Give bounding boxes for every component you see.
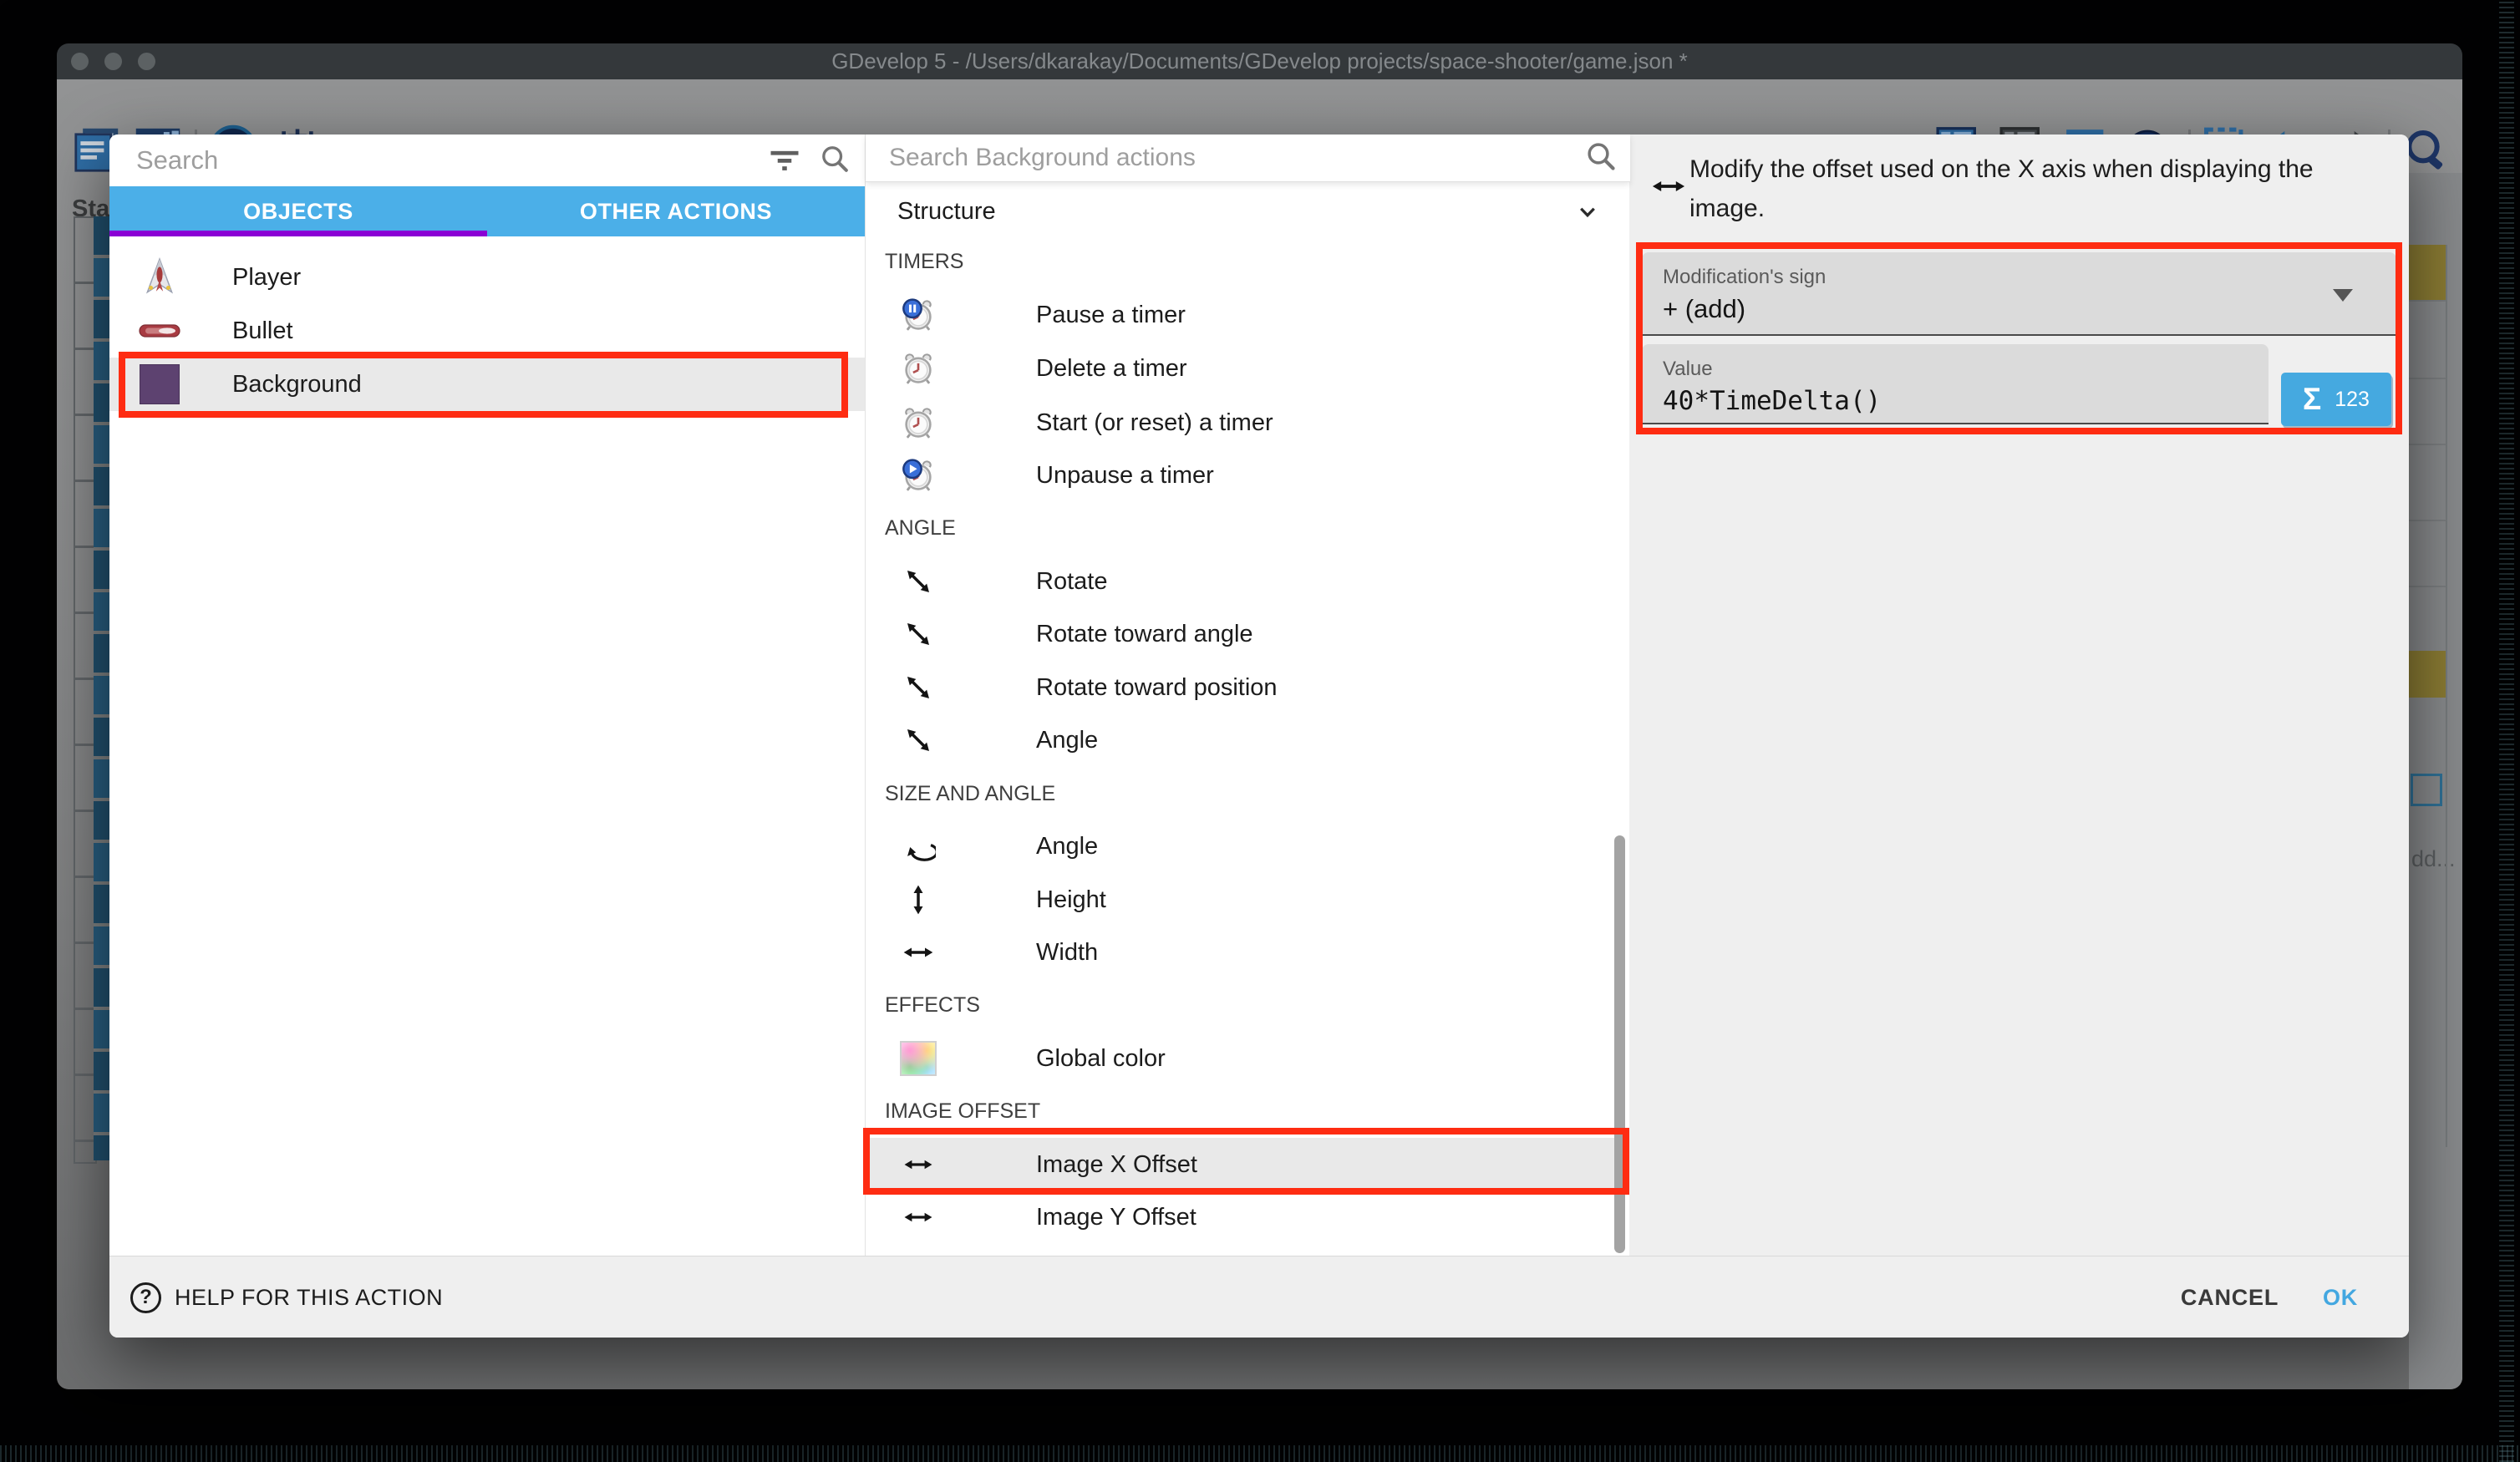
title-bar: GDevelop 5 - /Users/dkarakay/Documents/G… (57, 43, 2462, 79)
section-header-timers: TIMERS (866, 235, 1630, 288)
timer-icon (899, 351, 937, 386)
section-header-size-and-angle: SIZE AND ANGLE (866, 767, 1630, 820)
rotation-ellipse-icon (899, 829, 937, 864)
instruction-editor-dialog: OBJECTS OTHER ACTIONS (109, 135, 2409, 1338)
action-item-image-x-offset[interactable]: Image X Offset (866, 1138, 1630, 1191)
search-icon[interactable] (1583, 139, 1618, 178)
cancel-button[interactable]: CANCEL (2165, 1256, 2294, 1338)
window-title: GDevelop 5 - /Users/dkarakay/Documents/G… (57, 43, 2462, 79)
close-button[interactable] (71, 53, 89, 70)
modification-sign-select[interactable]: Modification's sign + (add) (1642, 252, 2396, 336)
objects-tabbar: OBJECTS OTHER ACTIONS (109, 186, 865, 236)
help-icon: ? (130, 1282, 161, 1313)
search-icon[interactable] (818, 142, 851, 180)
objects-panel: OBJECTS OTHER ACTIONS (109, 135, 865, 1256)
action-item-width[interactable]: Width (866, 926, 1630, 979)
action-description: Modify the offset used on the X axis whe… (1689, 150, 2358, 228)
ok-button[interactable]: OK (2303, 1256, 2378, 1338)
expression-builder-button[interactable]: Σ 123 (2281, 373, 2391, 426)
object-item-bullet[interactable]: Bullet (109, 304, 865, 358)
color-palette-icon (899, 1041, 937, 1076)
add-action-label-fragment: dd... (2411, 846, 2456, 872)
action-item-global-color[interactable]: Global color (866, 1032, 1630, 1085)
filter-icon[interactable] (766, 140, 803, 181)
horizontal-arrows-icon (1648, 168, 1689, 209)
value-expression-field[interactable]: Value 40*TimeDelta() (1642, 344, 2269, 424)
action-item-unpause-timer[interactable]: Unpause a timer (866, 449, 1630, 502)
action-item-delete-timer[interactable]: Delete a timer (866, 342, 1630, 395)
tab-objects[interactable]: OBJECTS (109, 186, 487, 236)
sigma-icon: Σ (2303, 382, 2321, 417)
horizontal-arrows-icon (899, 936, 937, 969)
action-item-rotate-toward-position[interactable]: Rotate toward position (866, 661, 1630, 714)
action-item-image-y-offset[interactable]: Image Y Offset (866, 1190, 1630, 1244)
timer-pause-icon (899, 297, 937, 333)
section-header-angle: ANGLE (866, 501, 1630, 555)
objects-search-input[interactable] (135, 145, 766, 176)
rotate-arrow-icon (899, 671, 937, 704)
objects-search-row (109, 135, 865, 186)
highlighted-action-fragment (2409, 651, 2446, 698)
event-sheet-actions-column (94, 216, 109, 1160)
tab-other-actions[interactable]: OTHER ACTIONS (487, 186, 865, 236)
action-item-angle-size[interactable]: Angle (866, 820, 1630, 873)
action-item-rotate-toward-angle[interactable]: Rotate toward angle (866, 607, 1630, 661)
vertical-arrows-icon (899, 883, 937, 916)
zoom-button[interactable] (138, 53, 155, 70)
actions-panel: Structure TIMERS Pause a timer Delete a … (865, 135, 1630, 1256)
scrollbar-thumb[interactable] (1614, 835, 1625, 1253)
object-item-background[interactable]: Background (109, 358, 865, 411)
desktop-texture (0, 1445, 2520, 1462)
background-panel-strip: dd... (2409, 173, 2462, 1389)
action-item-pause-timer[interactable]: Pause a timer (866, 288, 1630, 342)
actions-search-row (866, 135, 1630, 182)
chevron-down-icon (1574, 199, 1601, 230)
section-header-image-offset: IMAGE OFFSET (866, 1084, 1630, 1138)
parameters-panel: Modify the offset used on the X axis whe… (1629, 135, 2409, 1256)
search-toolbar-icon[interactable] (2403, 128, 2450, 179)
desktop-texture (2499, 0, 2514, 1462)
bullet-icon (139, 322, 180, 339)
horizontal-arrows-icon (899, 1201, 937, 1233)
action-item-rotate[interactable]: Rotate (866, 555, 1630, 608)
selected-field-fragment (2411, 774, 2442, 806)
dialog-footer: ? HELP FOR THIS ACTION CANCEL OK (109, 1256, 2409, 1338)
rotate-arrow-icon (899, 565, 937, 598)
group-selector[interactable]: Structure (866, 188, 1630, 235)
actions-search-input[interactable] (887, 143, 1583, 173)
timer-play-icon (899, 458, 937, 493)
action-item-angle[interactable]: Angle (866, 713, 1630, 767)
timer-icon (899, 405, 937, 440)
background-icon (139, 364, 180, 404)
player-ship-icon (139, 257, 180, 297)
object-item-player[interactable]: Player (109, 251, 865, 304)
help-button[interactable]: ? HELP FOR THIS ACTION (130, 1256, 443, 1338)
rotate-arrow-icon (899, 617, 937, 651)
section-header-effects: EFFECTS (866, 978, 1630, 1032)
rotate-arrow-icon (899, 723, 937, 757)
active-tab-underline (109, 231, 487, 236)
action-item-height[interactable]: Height (866, 873, 1630, 926)
gdevelop-window: GDevelop 5 - /Users/dkarakay/Documents/G… (57, 43, 2462, 1389)
dropdown-arrow-icon (2333, 289, 2353, 302)
minimize-button[interactable] (104, 53, 122, 70)
screenshot-stage: GDevelop 5 - /Users/dkarakay/Documents/G… (0, 0, 2520, 1462)
highlighted-action-fragment (2409, 245, 2446, 300)
action-item-start-timer[interactable]: Start (or reset) a timer (866, 396, 1630, 449)
horizontal-arrows-icon (899, 1149, 937, 1180)
